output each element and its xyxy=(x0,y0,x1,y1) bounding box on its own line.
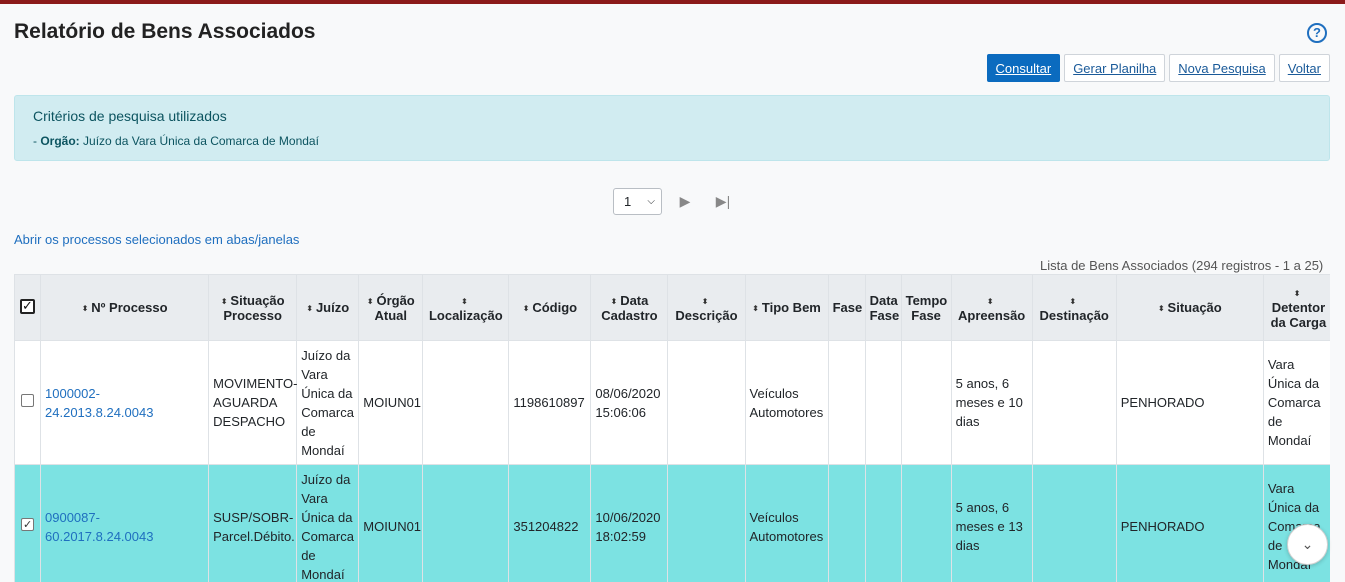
column-header[interactable]: ⬍ Situação xyxy=(1115,274,1264,341)
column-header[interactable]: ⬍ Órgão Atual xyxy=(358,274,424,341)
sort-icon: ⬍ xyxy=(701,296,709,306)
results-table: ⬍Nº Processo ⬍Situação Processo ⬍Juízo ⬍… xyxy=(14,274,1330,582)
column-header: Tempo Fase xyxy=(900,274,952,341)
column-header[interactable]: ⬍Detentor da Carga xyxy=(1262,274,1330,341)
sort-icon: ⬍ xyxy=(1069,296,1077,306)
top-accent-bar xyxy=(0,0,1345,4)
row-select-cell[interactable] xyxy=(14,464,42,582)
scroll-down-button[interactable]: ⌄ xyxy=(1287,524,1328,565)
criteria-value: Juízo da Vara Única da Comarca de Mondaí xyxy=(83,134,319,148)
column-header[interactable]: ⬍ Juízo xyxy=(296,274,360,341)
consultar-button[interactable]: Consultar xyxy=(986,54,1061,82)
data-fase-cell xyxy=(864,464,902,582)
orgao-atual-cell: MOIUN01 xyxy=(358,464,424,582)
chevron-down-icon: ⌵ xyxy=(647,196,655,207)
codigo-cell: 351204822 xyxy=(508,464,592,582)
data-cadastro-cell: 08/06/2020 15:06:06 xyxy=(590,340,669,465)
sort-icon: ⬍ xyxy=(1293,289,1301,299)
situacao-cell: PENHORADO xyxy=(1115,464,1264,582)
tempo-fase-cell xyxy=(900,340,952,465)
apreensao-cell: 5 anos, 6 meses e 10 dias xyxy=(950,340,1033,465)
tipo-bem-cell: Veículos Automotores xyxy=(744,464,829,582)
next-page-icon[interactable]: ▶ xyxy=(670,193,700,210)
destinacao-cell xyxy=(1031,340,1117,465)
localizacao-cell xyxy=(422,340,510,465)
situacao-processo-cell: SUSP/SOBR-Parcel.Débito. xyxy=(208,464,298,582)
sort-icon: ⬍ xyxy=(306,304,313,314)
tipo-bem-cell: Veículos Automotores xyxy=(744,340,829,465)
column-header[interactable]: ⬍Descrição xyxy=(667,274,746,341)
criteria-label: Orgão: xyxy=(40,134,80,148)
juizo-cell: Juízo da Vara Única da Comarca de Mondaí xyxy=(296,464,360,582)
codigo-cell: 1198610897 xyxy=(508,340,592,465)
fase-cell xyxy=(827,464,866,582)
column-header[interactable]: ⬍ Nº Processo xyxy=(40,274,210,341)
column-header[interactable]: ⬍Destinação xyxy=(1031,274,1117,341)
sort-icon: ⬍ xyxy=(522,304,530,314)
column-header[interactable]: ⬍ Data Cadastro xyxy=(590,274,669,341)
column-header: Data Fase xyxy=(864,274,902,341)
column-header[interactable]: ⬍ Situação Processo xyxy=(208,274,298,341)
select-all-checkbox[interactable] xyxy=(20,298,35,314)
descricao-cell xyxy=(667,464,746,582)
page-select-value: 1 xyxy=(624,194,632,209)
table-row[interactable]: 1000002-24.2013.8.24.0043 MOVIMENTO-AGUA… xyxy=(14,340,1330,465)
search-criteria-panel: Critérios de pesquisa utilizados - Orgão… xyxy=(14,95,1330,161)
sort-icon: ⬍ xyxy=(460,296,468,306)
processo-link[interactable]: 1000002-24.2013.8.24.0043 xyxy=(40,340,210,465)
data-fase-cell xyxy=(864,340,902,465)
criteria-orgao: - Orgão: Juízo da Vara Única da Comarca … xyxy=(33,134,1311,148)
action-toolbar: Consultar Gerar Planilha Nova Pesquisa V… xyxy=(986,54,1330,82)
column-header[interactable]: ⬍ Código xyxy=(508,274,592,341)
last-page-icon[interactable]: ▶| xyxy=(708,193,738,210)
fase-cell xyxy=(827,340,866,465)
data-cadastro-cell: 10/06/2020 18:02:59 xyxy=(590,464,669,582)
pagination: 1 ⌵ ▶ ▶| xyxy=(613,188,738,215)
column-header[interactable]: ⬍Localização xyxy=(422,274,510,341)
column-header[interactable]: ⬍Apreensão xyxy=(950,274,1033,341)
tempo-fase-cell xyxy=(900,464,952,582)
table-header-row: ⬍Nº Processo ⬍Situação Processo ⬍Juízo ⬍… xyxy=(14,274,1330,341)
sort-icon: ⬍ xyxy=(752,304,759,314)
processo-link[interactable]: 0900087-60.2017.8.24.0043 xyxy=(40,464,210,582)
destinacao-cell xyxy=(1031,464,1117,582)
descricao-cell xyxy=(667,340,746,465)
header-select-all[interactable] xyxy=(14,274,42,341)
sort-icon: ⬍ xyxy=(220,296,228,306)
orgao-atual-cell: MOIUN01 xyxy=(358,340,424,465)
chevron-down-icon: ⌄ xyxy=(1301,536,1314,552)
localizacao-cell xyxy=(422,464,510,582)
results-table-wrapper: ⬍Nº Processo ⬍Situação Processo ⬍Juízo ⬍… xyxy=(14,274,1330,582)
open-selected-processes-link[interactable]: Abrir os processos selecionados em abas/… xyxy=(14,232,299,247)
gerar-planilha-button[interactable]: Gerar Planilha xyxy=(1064,54,1166,82)
page-title: Relatório de Bens Associados xyxy=(14,20,316,43)
situacao-processo-cell: MOVIMENTO-AGUARDA DESPACHO xyxy=(208,340,297,465)
sort-icon: ⬍ xyxy=(986,296,994,306)
row-select-cell[interactable] xyxy=(14,340,42,465)
table-row[interactable]: 0900087-60.2017.8.24.0043 SUSP/SOBR-Parc… xyxy=(14,464,1330,582)
detentor-cell: Vara Única da Comarca de Mondaí xyxy=(1262,340,1330,465)
help-icon[interactable]: ? xyxy=(1307,23,1327,43)
column-header: Fase xyxy=(827,274,866,341)
detentor-cell: Vara Única da Comarca de Mondaí xyxy=(1262,464,1330,582)
column-header[interactable]: ⬍ Tipo Bem xyxy=(744,274,829,341)
situacao-cell: PENHORADO xyxy=(1115,340,1264,465)
sort-icon: ⬍ xyxy=(1157,304,1165,314)
sort-icon: ⬍ xyxy=(366,296,374,306)
apreensao-cell: 5 anos, 6 meses e 13 dias xyxy=(950,464,1033,582)
list-caption: Lista de Bens Associados (294 registros … xyxy=(1040,258,1324,273)
voltar-button[interactable]: Voltar xyxy=(1278,54,1330,82)
sort-icon: ⬍ xyxy=(81,304,89,314)
row-checkbox[interactable] xyxy=(21,394,34,407)
row-checkbox[interactable] xyxy=(21,516,34,535)
juizo-cell: Juízo da Vara Única da Comarca de Mondaí xyxy=(296,340,360,465)
sort-icon: ⬍ xyxy=(610,296,618,306)
page-select[interactable]: 1 ⌵ xyxy=(613,188,662,215)
nova-pesquisa-button[interactable]: Nova Pesquisa xyxy=(1169,54,1275,82)
criteria-title: Critérios de pesquisa utilizados xyxy=(33,108,227,124)
